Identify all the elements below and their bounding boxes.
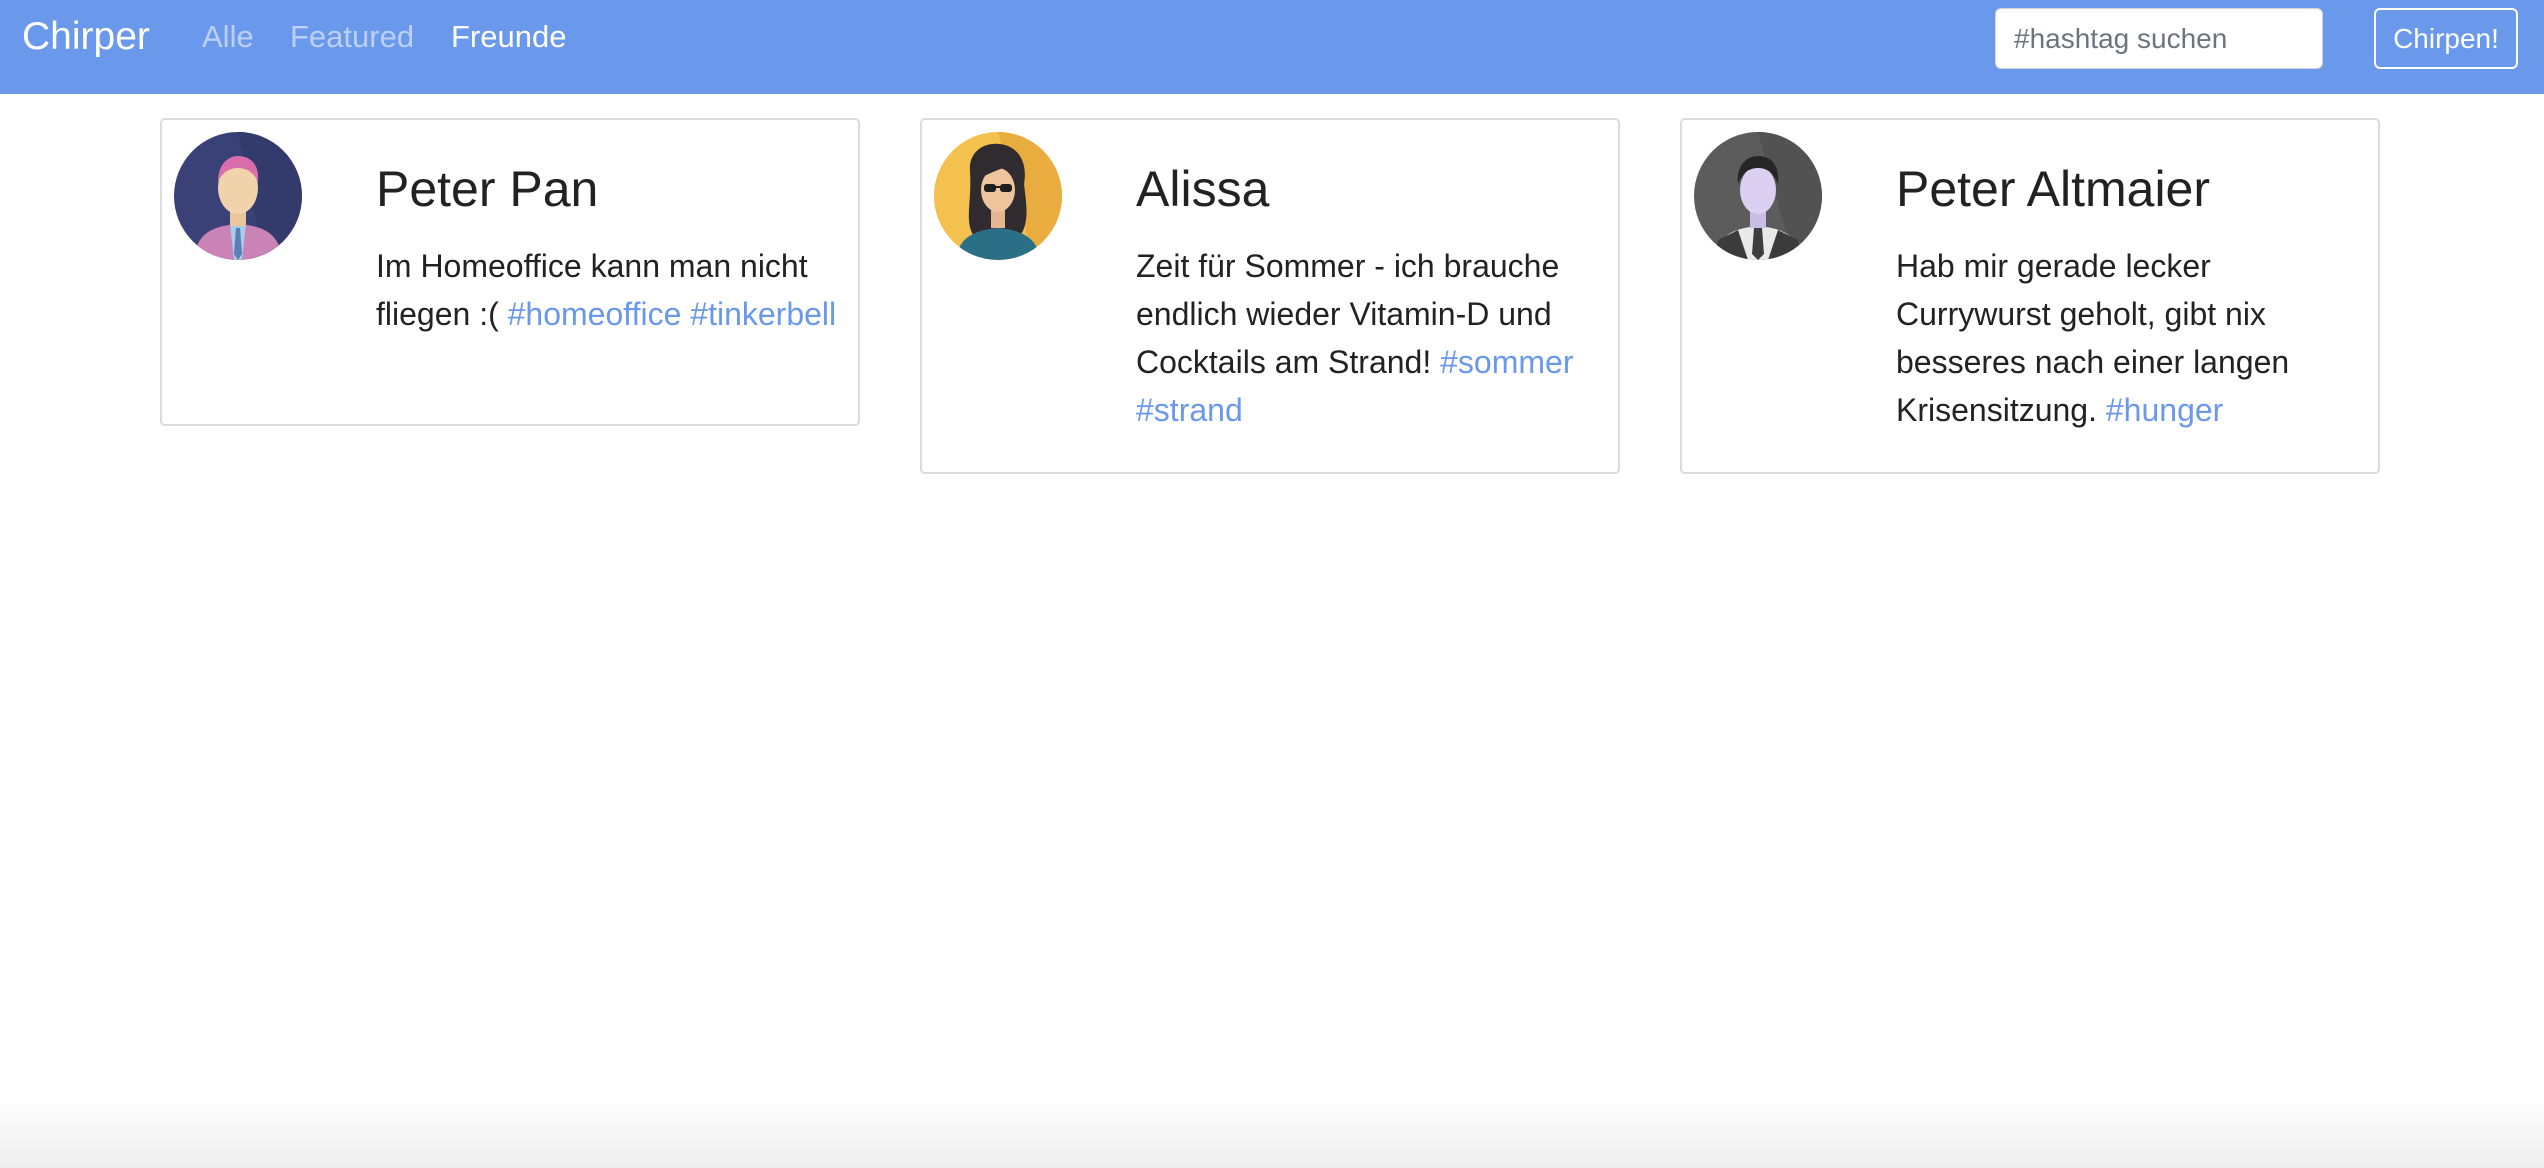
man-suit-avatar-icon xyxy=(1694,132,1822,260)
hashtag-link[interactable]: #homeoffice xyxy=(508,296,682,332)
post-text: Im Homeoffice kann man nicht fliegen :( … xyxy=(376,242,846,338)
nav-link-featured[interactable]: Featured xyxy=(290,16,414,58)
bottom-shadow xyxy=(0,1098,2544,1168)
post-card: Alissa Zeit für Sommer - ich brauche end… xyxy=(920,118,1620,474)
nav-link-freunde[interactable]: Freunde xyxy=(451,16,566,58)
hashtag-link[interactable]: #tinkerbell xyxy=(690,296,836,332)
hashtag-link[interactable]: #strand xyxy=(1136,392,1243,428)
brand-logo[interactable]: Chirper xyxy=(22,12,150,62)
post-body: Hab mir gerade lecker Currywurst geholt,… xyxy=(1896,248,2290,428)
post-author-name: Peter Pan xyxy=(376,161,599,217)
post-text: Hab mir gerade lecker Currywurst geholt,… xyxy=(1896,242,2366,434)
post-author-name: Peter Altmaier xyxy=(1896,161,2211,217)
man-pink-shirt-avatar-icon xyxy=(174,132,302,260)
post-text: Zeit für Sommer - ich brauche endlich wi… xyxy=(1136,242,1606,434)
hashtag-link[interactable]: #hunger xyxy=(2106,392,2223,428)
post-card: Peter Pan Im Homeoffice kann man nicht f… xyxy=(160,118,860,426)
woman-sunglasses-avatar-icon xyxy=(934,132,1062,260)
navbar: Chirper Alle Featured Freunde Chirpen! xyxy=(0,0,2544,94)
chirpen-button[interactable]: Chirpen! xyxy=(2374,8,2518,69)
hashtag-link[interactable]: #sommer xyxy=(1440,344,1573,380)
post-author-name: Alissa xyxy=(1136,161,1270,217)
nav-link-alle[interactable]: Alle xyxy=(202,16,254,58)
post-card: Peter Altmaier Hab mir gerade lecker Cur… xyxy=(1680,118,2380,474)
hashtag-search-input[interactable] xyxy=(1995,8,2323,69)
